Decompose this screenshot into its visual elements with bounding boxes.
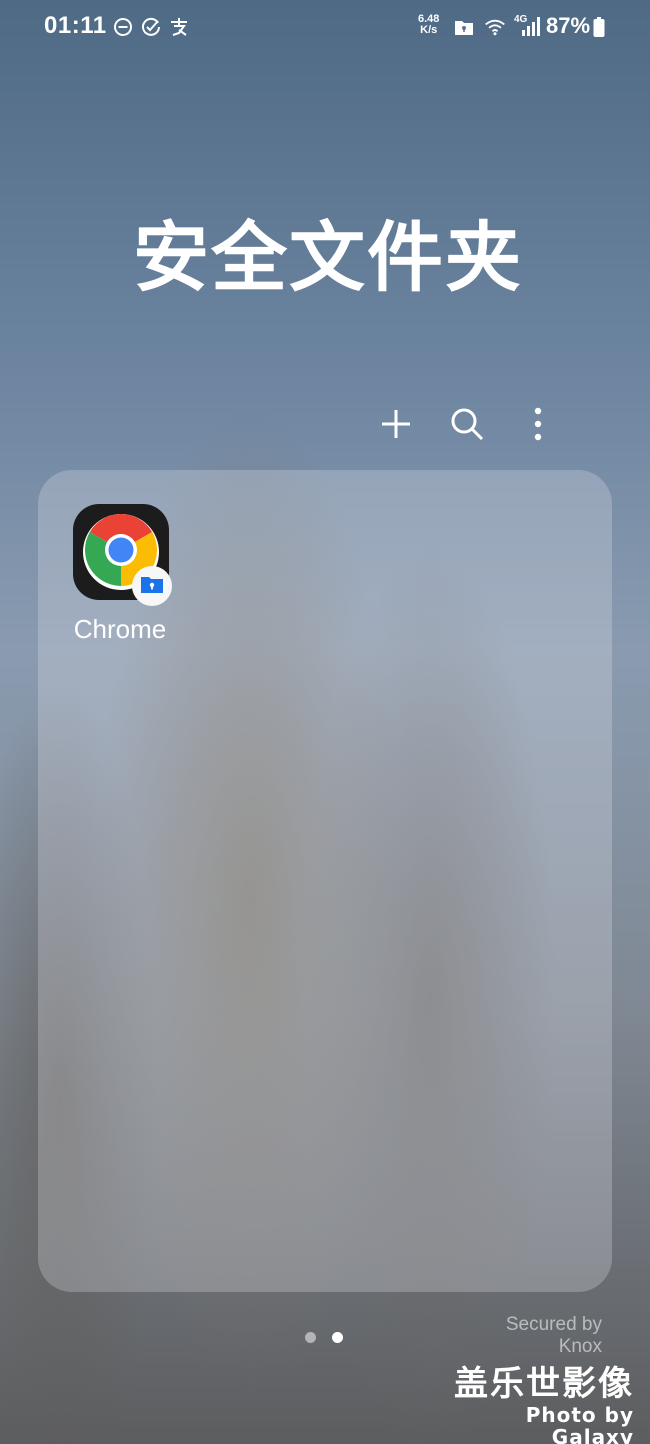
battery-icon — [592, 16, 606, 38]
watermark-en: Photo by Galaxy — [525, 1403, 634, 1444]
page-dot-2-active[interactable] — [332, 1332, 343, 1343]
status-bar: 01:11 6.48 K/s 4G 87% — [0, 0, 650, 56]
knox-line-2: Knox — [558, 1336, 602, 1357]
page-title: 安全文件夹 — [133, 213, 523, 302]
page-dot-1[interactable] — [305, 1332, 316, 1343]
signal-icon: 4G — [512, 12, 542, 36]
secure-folder-status-icon — [453, 16, 475, 38]
more-vertical-icon — [533, 407, 543, 445]
status-time: 01:11 — [44, 12, 107, 39]
page-indicator — [305, 1332, 343, 1343]
wifi-icon — [484, 16, 506, 38]
knox-label: Secured by Knox — [470, 1314, 602, 1358]
secure-folder-badge — [132, 566, 172, 606]
knox-line-1: Secured by — [505, 1314, 602, 1335]
search-button[interactable] — [445, 404, 489, 448]
alipay-icon — [168, 16, 190, 38]
add-button[interactable] — [374, 404, 418, 448]
app-chrome[interactable]: Chrome — [60, 500, 180, 650]
camera-watermark: 盖乐世影像 Photo by Galaxy — [440, 1364, 634, 1444]
network-speed: 6.48 K/s — [418, 14, 439, 36]
network-speed-unit: K/s — [420, 24, 438, 36]
battery-percentage: 87% — [546, 13, 591, 38]
more-options-button[interactable] — [516, 404, 560, 448]
check-circle-icon — [140, 16, 162, 38]
watermark-cn: 盖乐世影像 — [454, 1364, 634, 1404]
plus-icon — [379, 407, 413, 445]
secure-folder-badge-icon — [140, 574, 164, 598]
search-icon — [449, 406, 485, 446]
app-label-chrome: Chrome — [73, 614, 167, 644]
do-not-disturb-icon — [112, 16, 134, 38]
